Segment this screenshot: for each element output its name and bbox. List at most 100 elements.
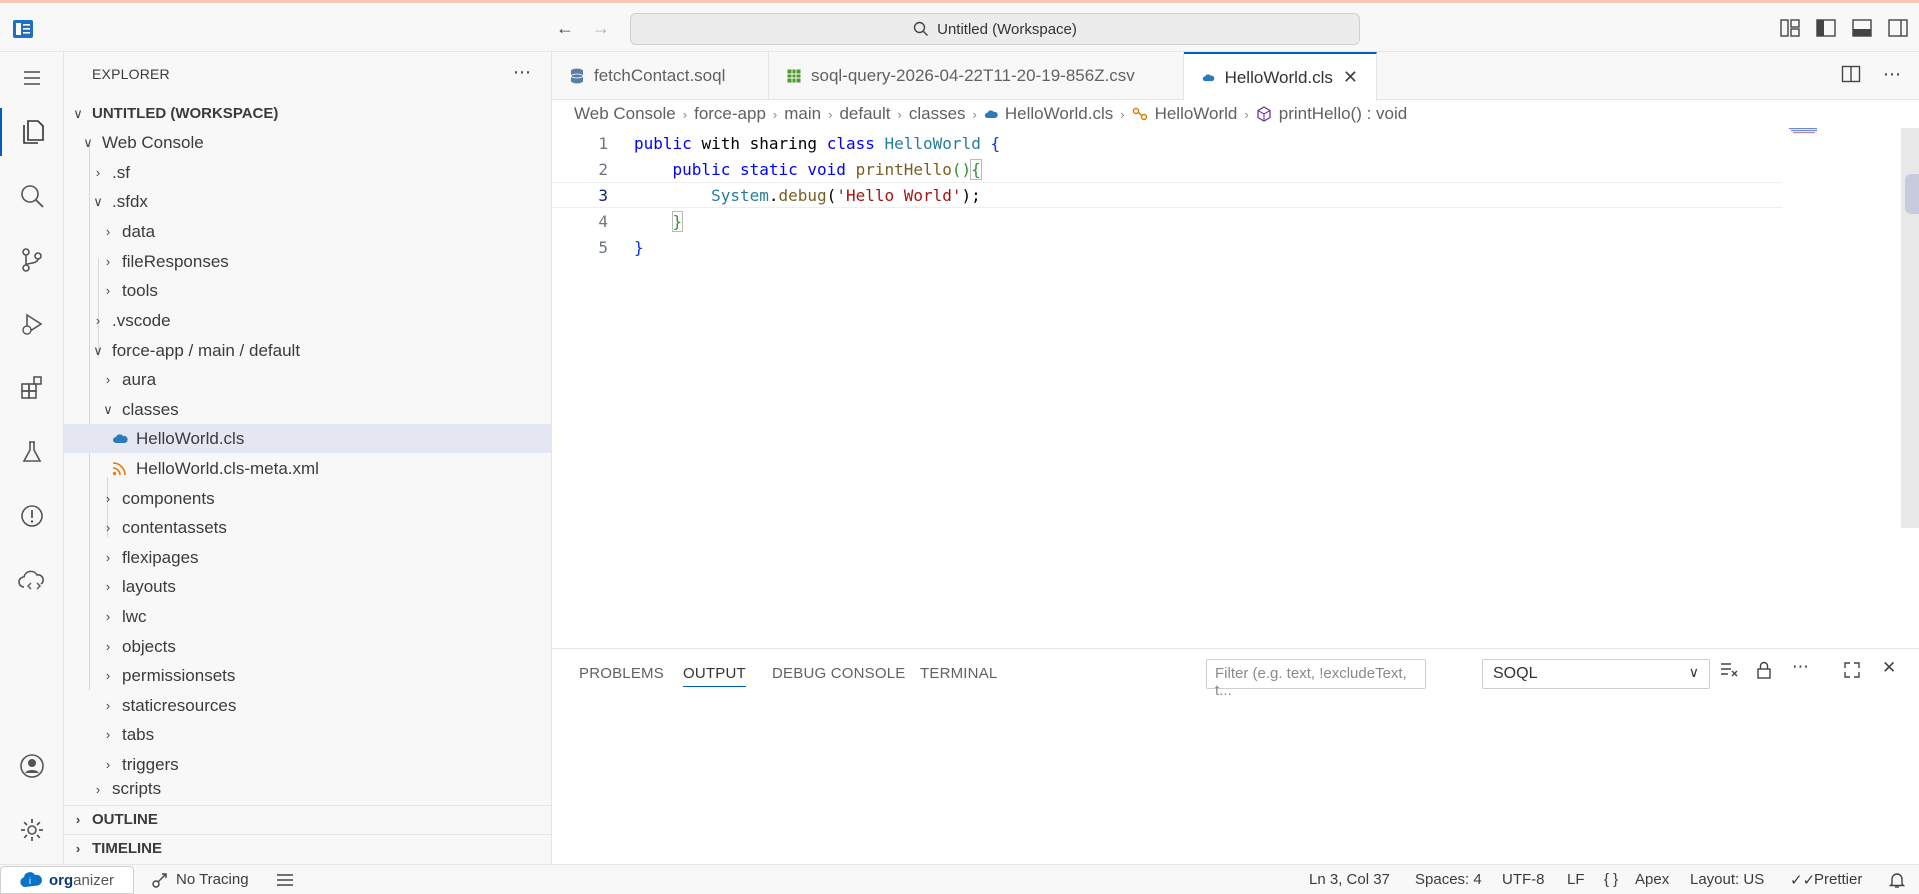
more-actions-icon[interactable]: ⋯ [1883,64,1901,85]
minimap[interactable] [1789,128,1829,134]
formatter-status[interactable]: Prettier [1814,871,1862,888]
chevron-right-icon: › [105,727,111,742]
default-org-selector[interactable]: i org anizer [0,866,134,894]
sidebar-title: EXPLORER [92,66,170,82]
editor-tab-bar: fetchContact.soql soql-query-2026-04-22T… [552,52,1919,101]
command-center-search[interactable]: Untitled (Workspace) [630,13,1360,45]
maximize-panel-icon[interactable] [1843,661,1861,679]
timeline-section[interactable]: › TIMELINE [64,834,551,862]
tree-folder-permissionsets[interactable]: › permissionsets [64,661,551,690]
tracing-status[interactable]: No Tracing [176,871,249,888]
apex-cloud-icon [984,109,998,118]
tab-debug-console[interactable]: DEBUG CONSOLE [772,665,905,682]
tree-folder-lwc[interactable]: › lwc [64,602,551,631]
menu-icon[interactable] [0,54,64,102]
breadcrumb-item[interactable]: main [784,104,821,124]
indentation-setting[interactable]: Spaces: 4 [1415,871,1482,888]
notifications-bell-icon[interactable] [1888,871,1906,889]
explorer-files-icon[interactable] [0,108,64,156]
tree-folder-staticresources[interactable]: › staticresources [64,691,551,720]
tree-folder-sfdx[interactable]: ∨ .sfdx [64,187,551,216]
breadcrumb-item[interactable]: classes [909,104,966,124]
toggle-secondary-sidebar-icon[interactable] [1887,18,1909,38]
source-control-icon[interactable] [0,236,64,284]
more-actions-icon[interactable]: ⋯ [1792,657,1809,677]
code-editor[interactable]: 1 public with sharing class HelloWorld {… [552,128,1919,648]
keyboard-layout[interactable]: Layout: US [1690,871,1764,888]
tab-terminal[interactable]: TERMINAL [920,665,997,682]
chevron-right-icon: › [1120,106,1125,122]
list-menu-icon[interactable] [276,873,294,887]
lock-scroll-icon[interactable] [1756,661,1772,679]
clear-output-icon[interactable] [1719,661,1739,679]
accounts-icon[interactable] [0,742,64,790]
cursor-position[interactable]: Ln 3, Col 37 [1309,871,1390,888]
tree-folder-sf[interactable]: › .sf [64,158,551,187]
title-bar: ← → Untitled (Workspace) [0,0,1919,52]
salesforce-org-browser-icon[interactable] [0,556,64,604]
breadcrumb-item[interactable]: printHello() : void [1279,104,1408,124]
tree-folder-vscode[interactable]: › .vscode [64,306,551,335]
scrollbar-thumb[interactable] [1905,174,1919,214]
breadcrumb-item[interactable]: HelloWorld [1155,104,1238,124]
tab-soql-query-csv[interactable]: soql-query-2026-04-22T11-20-19-856Z.csv [769,52,1184,100]
tree-folder-tabs[interactable]: › tabs [64,720,551,749]
svg-text:i: i [29,876,31,886]
database-icon [570,68,584,84]
tab-output[interactable]: OUTPUT [683,665,746,687]
tree-folder-flexipages[interactable]: › flexipages [64,543,551,572]
tree-folder-data[interactable]: › data [64,217,551,246]
chevron-right-icon: › [95,165,101,180]
tree-folder-layouts[interactable]: › layouts [64,572,551,601]
chevron-down-icon: ∨ [93,342,103,358]
settings-gear-icon[interactable] [0,806,64,854]
tree-file-helloworld-meta-xml[interactable]: HelloWorld.cls-meta.xml [64,454,551,483]
breadcrumb: Web Console › force-app › main › default… [574,102,1407,126]
breadcrumb-item[interactable]: default [839,104,890,124]
vscode-sidebar-toggle-icon[interactable] [12,18,34,40]
back-arrow-icon[interactable]: ← [553,17,577,41]
breadcrumb-item[interactable]: HelloWorld.cls [1005,104,1113,124]
close-panel-icon[interactable]: ✕ [1882,658,1896,678]
trace-flag-icon[interactable] [150,870,170,890]
tree-folder-classes[interactable]: ∨ classes [64,395,551,424]
eol-setting[interactable]: LF [1567,871,1585,888]
braces-icon: { } [1604,871,1619,888]
run-debug-icon[interactable] [0,300,64,348]
more-actions-icon[interactable]: ⋯ [513,62,531,83]
tab-problems[interactable]: PROBLEMS [579,665,664,682]
tree-folder-components[interactable]: › components [64,484,551,513]
output-channel-select[interactable]: SOQL ∨ [1482,659,1710,689]
forward-arrow-icon[interactable]: → [589,17,613,41]
tree-folder-triggers[interactable]: › triggers [64,750,551,779]
tree-folder-fileresponses[interactable]: › fileResponses [64,247,551,276]
tree-folder-scripts[interactable]: › scripts [64,779,551,799]
tree-folder-aura[interactable]: › aura [64,365,551,394]
output-filter-input[interactable]: Filter (e.g. text, !excludeText, t... [1206,659,1426,699]
outline-section[interactable]: › OUTLINE [64,805,551,833]
breadcrumb-item[interactable]: force-app [694,104,766,124]
testing-flask-icon[interactable] [0,428,64,476]
tab-fetchcontact-soql[interactable]: fetchContact.soql [552,52,769,100]
encoding-setting[interactable]: UTF-8 [1502,871,1545,888]
tree-folder-contentassets[interactable]: › contentassets [64,513,551,542]
breadcrumb-item[interactable]: Web Console [574,104,676,124]
apex-cloud-icon [1202,73,1215,81]
tab-helloworld-cls[interactable]: HelloWorld.cls ✕ [1184,52,1377,101]
extensions-icon[interactable] [0,364,64,412]
search-icon[interactable] [0,172,64,220]
toggle-panel-icon[interactable] [1851,18,1873,38]
customize-layout-icon[interactable] [1779,18,1801,38]
split-editor-icon[interactable] [1841,64,1861,84]
tree-folder-force-app[interactable]: ∨ force-app / main / default [64,336,551,365]
workspace-root[interactable]: ∨ UNTITLED (WORKSPACE) [64,99,551,128]
problems-alert-icon[interactable] [0,492,64,540]
tree-folder-tools[interactable]: › tools [64,276,551,305]
activity-bar [0,52,64,864]
tree-file-helloworld-cls[interactable]: HelloWorld.cls [64,424,551,453]
tree-folder-web-console[interactable]: ∨ Web Console [64,128,551,157]
close-tab-icon[interactable]: ✕ [1343,67,1358,88]
language-mode[interactable]: Apex [1635,871,1669,888]
tree-folder-objects[interactable]: › objects [64,632,551,661]
toggle-primary-sidebar-icon[interactable] [1815,18,1837,38]
